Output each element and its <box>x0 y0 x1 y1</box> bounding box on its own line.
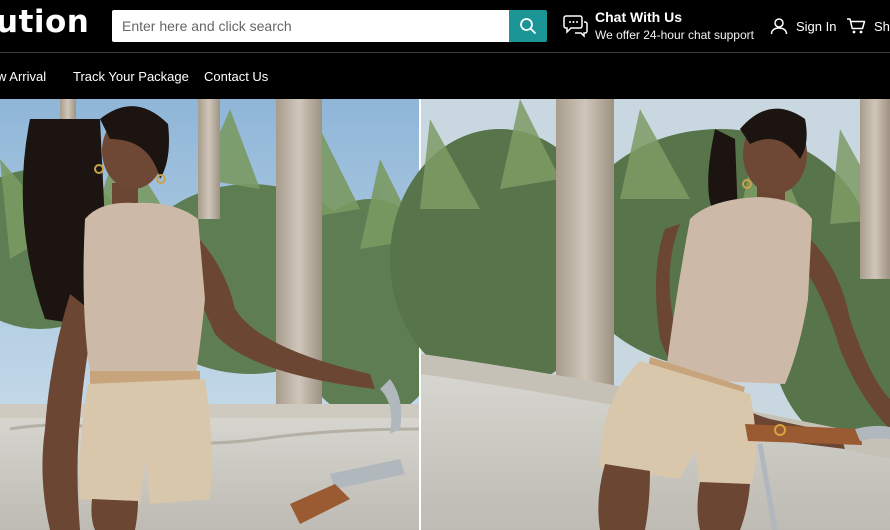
site-logo[interactable]: ution <box>0 4 89 40</box>
nav-item-track-package[interactable]: Track Your Package <box>73 69 189 84</box>
cart-label: Sh <box>874 18 890 34</box>
nav-item-contact-us[interactable]: Contact Us <box>204 69 268 84</box>
hero-image <box>0 99 890 530</box>
site-header: ution Chat With Us We offer 24-hour chat… <box>0 0 890 53</box>
hero-banner[interactable] <box>0 99 890 530</box>
chat-title: Chat With Us <box>595 9 682 25</box>
chat-subtitle: We offer 24-hour chat support <box>595 28 754 42</box>
search-button[interactable] <box>509 10 547 42</box>
main-nav: w Arrival Track Your Package Contact Us <box>0 53 890 99</box>
hero-slide-left <box>0 99 450 530</box>
chat-support[interactable]: Chat With Us We offer 24-hour chat suppo… <box>563 8 763 46</box>
sign-in-label: Sign In <box>796 18 837 34</box>
cart-link[interactable]: Sh <box>846 15 890 37</box>
hero-slide-right <box>390 99 890 530</box>
search-icon <box>520 18 536 34</box>
user-icon <box>770 18 788 35</box>
shopping-cart-icon <box>847 18 866 34</box>
nav-item-new-arrival[interactable]: w Arrival <box>0 69 46 84</box>
search-input[interactable] <box>112 10 509 42</box>
chat-icon <box>563 15 588 38</box>
sign-in-link[interactable]: Sign In <box>770 15 836 37</box>
search-bar <box>112 10 547 42</box>
